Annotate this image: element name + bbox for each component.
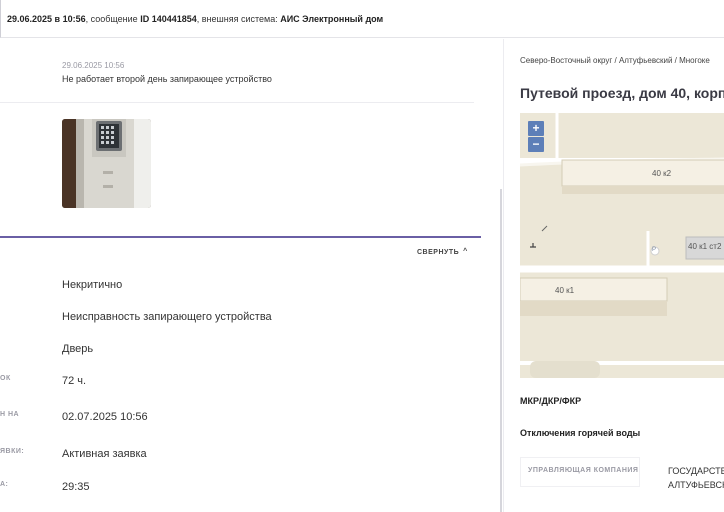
parking-icon: P: [652, 247, 657, 253]
status-label: ЯВКИ:: [0, 448, 25, 455]
deadline-label: ОК: [0, 375, 11, 382]
intercom-photo-image: [62, 119, 151, 208]
problem-category-value: Неисправность запирающего устройства: [62, 311, 272, 323]
management-company-value-line2: АЛТУФЬЕВСК: [668, 480, 724, 490]
divider: [0, 102, 474, 103]
request-header-bar: 29.06.2025 в 10:56, сообщение ID 1404418…: [0, 0, 724, 38]
address-title: Путевой проезд, дом 40, корпус: [520, 85, 724, 101]
address-panel: Северо-Восточный округ / Алтуфьевский / …: [503, 39, 724, 512]
building-map[interactable]: + − 40 к2 40 к1 ст2 40 к1 P: [520, 113, 724, 378]
section-divider: [0, 236, 481, 238]
map-label-building-40k1: 40 к1: [555, 286, 575, 295]
message-prefix: , сообщение: [85, 14, 141, 24]
program-heading: МКР/ДКР/ФКР: [520, 396, 582, 406]
request-details-panel: 29.06.2025 10:56 Не работает второй день…: [0, 39, 503, 512]
request-datetime: 29.06.2025 в 10:56: [7, 14, 86, 24]
hot-water-outage-heading: Отключения горячей воды: [520, 428, 641, 438]
due-date-label: Н НА: [0, 411, 20, 418]
system-prefix: , внешняя система:: [196, 14, 281, 24]
management-company-value-line1: ГОСУДАРСТВ: [668, 466, 724, 476]
collapse-label: СВЕРНУТЬ: [417, 249, 460, 256]
message-text: Не работает второй день запирающее устро…: [62, 74, 272, 84]
time-left-label: А:: [0, 481, 9, 488]
priority-value: Некритично: [62, 279, 123, 291]
due-date-value: 02.07.2025 10:56: [62, 411, 148, 423]
scrollbar[interactable]: [500, 189, 502, 512]
deadline-value: 72 ч.: [62, 375, 87, 387]
status-value: Активная заявка: [62, 448, 147, 460]
chevron-up-icon: ^: [463, 248, 468, 255]
address-breadcrumb[interactable]: Северо-Восточный округ / Алтуфьевский / …: [520, 56, 710, 65]
attachment-photo-thumbnail[interactable]: [62, 119, 151, 208]
object-value: Дверь: [62, 343, 94, 355]
map-label-building-40k2: 40 к2: [652, 169, 672, 178]
request-header-text: 29.06.2025 в 10:56, сообщение ID 1404418…: [7, 14, 383, 24]
time-left-value: 29:35: [62, 481, 90, 493]
message-id: ID 140441854: [140, 14, 197, 24]
message-date: 29.06.2025 10:56: [62, 61, 125, 70]
collapse-button[interactable]: СВЕРНУТЬ ^: [417, 248, 468, 256]
management-company-label: УПРАВЛЯЮЩАЯ КОМПАНИЯ: [528, 467, 639, 474]
zoom-out-button[interactable]: −: [528, 137, 544, 152]
external-system-name: АИС Электронный дом: [280, 14, 384, 24]
zoom-in-button[interactable]: +: [528, 121, 544, 136]
map-label-building-40k1st2: 40 к1 ст2: [688, 242, 722, 251]
